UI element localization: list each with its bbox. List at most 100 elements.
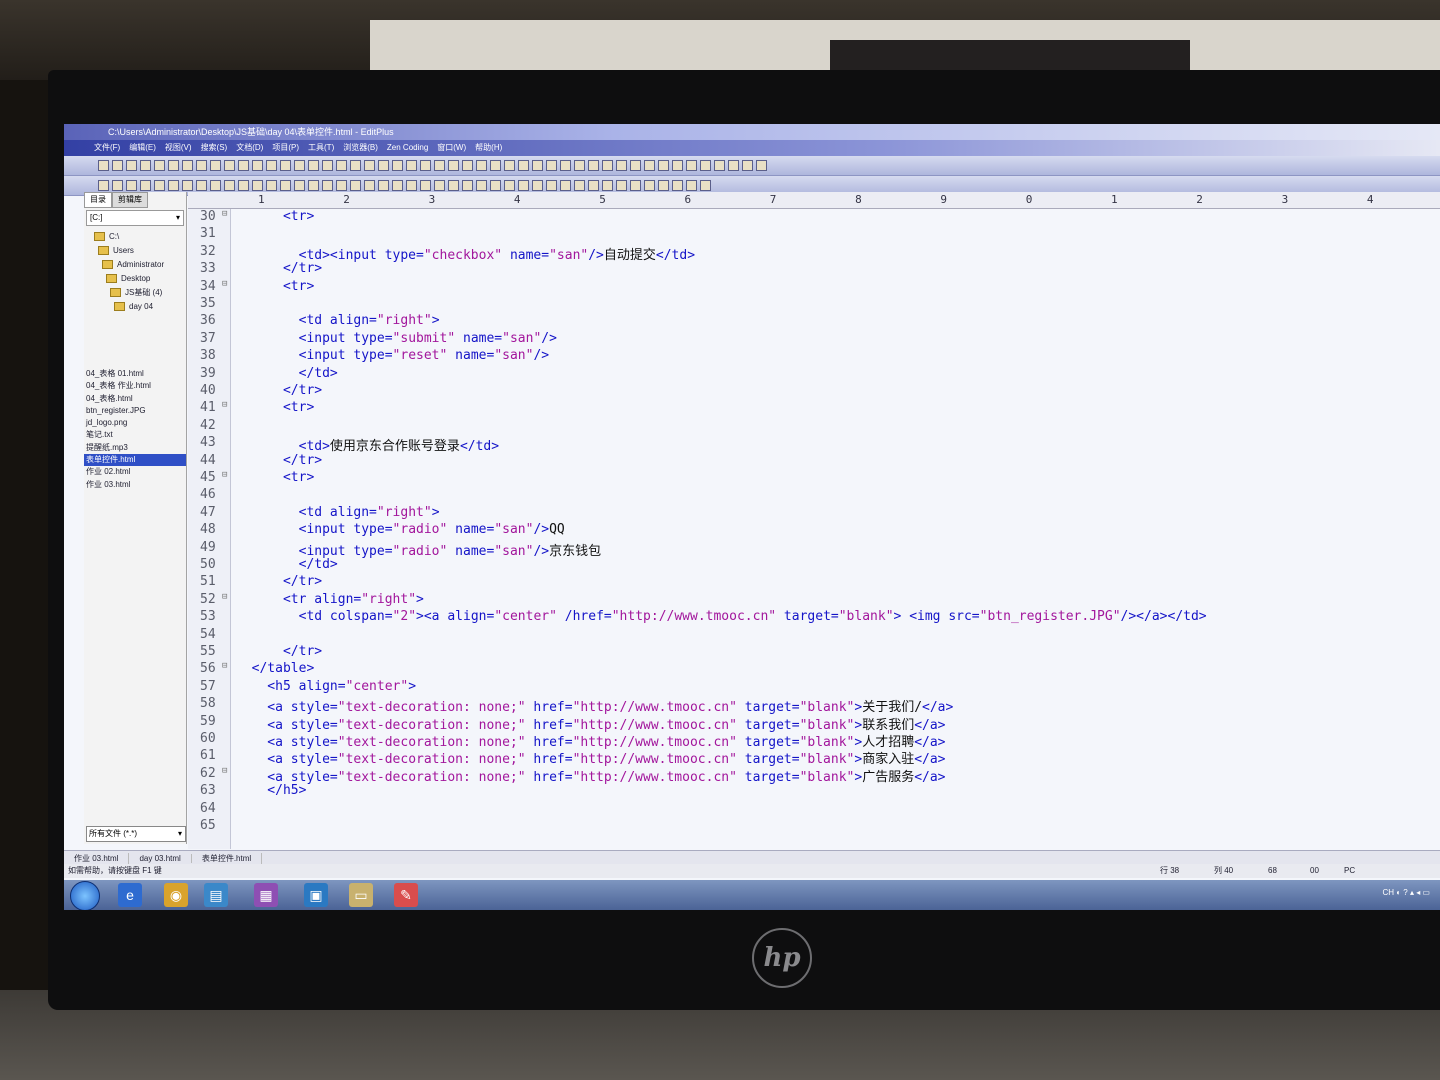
code-line[interactable]: <tr align="right"> [236,592,424,609]
toolbar-button-icon[interactable] [336,160,347,171]
code-line[interactable]: <a style="text-decoration: none;" href="… [236,696,953,715]
code-line[interactable]: <tr> [236,209,314,226]
toolbar-button-icon[interactable] [98,180,109,191]
menu-item[interactable]: 视图(V) [165,143,192,152]
toolbar-button-icon[interactable] [378,160,389,171]
toolbar-button-icon[interactable] [490,180,501,191]
toolbar-button-icon[interactable] [476,180,487,191]
toolbar-button-icon[interactable] [280,180,291,191]
toolbar-button-icon[interactable] [546,160,557,171]
start-button[interactable] [70,881,100,910]
file-list-item[interactable]: jd_logo.png [84,417,186,429]
fold-marker-icon[interactable]: ⊟ [222,279,227,296]
folder-tree-item[interactable]: Desktop [94,272,186,286]
toolbar-button-icon[interactable] [434,180,445,191]
toolbar-button-icon[interactable] [238,180,249,191]
toolbar-button-icon[interactable] [252,180,263,191]
fold-marker-icon[interactable]: ⊟ [222,592,227,609]
toolbar-button-icon[interactable] [210,160,221,171]
menu-item[interactable]: 帮助(H) [475,143,502,152]
toolbar-button-icon[interactable] [266,160,277,171]
file-list-item[interactable]: 表单控件.html [84,454,186,467]
toolbar-button-icon[interactable] [364,160,375,171]
document-tab[interactable]: 表单控件.html [192,852,263,864]
toolbar-button-icon[interactable] [168,160,179,171]
menu-item[interactable]: 窗口(W) [437,143,466,152]
toolbar-button-icon[interactable] [196,160,207,171]
file-list-item[interactable]: 04_表格 01.html [84,368,186,380]
code-editor[interactable]: 30 ⊟ <tr> 31 32 <td><input type="checkbox" … [188,209,1440,849]
toolbar-button-icon[interactable] [700,160,711,171]
fold-marker-icon[interactable]: ⊟ [222,766,227,783]
toolbar-button-icon[interactable] [532,180,543,191]
code-line[interactable]: </tr> [236,261,322,278]
drive-select[interactable]: [C:] [86,210,184,226]
toolbar-button-icon[interactable] [112,180,123,191]
toolbar-button-icon[interactable] [224,180,235,191]
toolbar-button-icon[interactable] [336,180,347,191]
code-line[interactable]: </tr> [236,644,322,661]
toolbar-button-icon[interactable] [154,160,165,171]
menu-item[interactable]: 文档(D) [236,143,263,152]
code-line[interactable]: <input type="radio" name="san"/>QQ [236,522,565,539]
toolbar-button-icon[interactable] [308,180,319,191]
code-line[interactable]: </td> [236,366,338,383]
toolbar-button-icon[interactable] [378,180,389,191]
toolbar-button-icon[interactable] [140,180,151,191]
toolbar-button-icon[interactable] [686,160,697,171]
code-line[interactable]: <a style="text-decoration: none;" href="… [236,714,945,733]
code-line[interactable]: <input type="radio" name="san"/>京东钱包 [236,540,602,559]
toolbar-button-icon[interactable] [560,180,571,191]
code-line[interactable]: </tr> [236,574,322,591]
toolbar-button-icon[interactable] [266,180,277,191]
toolbar-button-icon[interactable] [602,160,613,171]
toolbar-button-icon[interactable] [504,160,515,171]
file-list-item[interactable]: 04_表格 作业.html [84,380,186,392]
toolbar-button-icon[interactable] [364,180,375,191]
toolbar-button-icon[interactable] [728,160,739,171]
toolbar-button-icon[interactable] [574,180,585,191]
toolbar-button-icon[interactable] [588,180,599,191]
fold-marker-icon[interactable]: ⊟ [222,400,227,417]
toolbar-button-icon[interactable] [630,160,641,171]
file-list-item[interactable]: 作业 02.html [84,466,186,478]
folder-tree-item[interactable]: day 04 [94,300,186,314]
toolbar-button-icon[interactable] [462,160,473,171]
toolbar-button-icon[interactable] [210,180,221,191]
toolbar-button-icon[interactable] [630,180,641,191]
code-line[interactable]: <td align="right"> [236,313,440,330]
code-line[interactable]: <td><input type="checkbox" name="san"/>自… [236,244,695,263]
toolbar-button-icon[interactable] [252,160,263,171]
code-line[interactable]: <h5 align="center"> [236,679,416,696]
toolbar-button-icon[interactable] [714,160,725,171]
toolbar-button-icon[interactable] [518,160,529,171]
toolbar-button-icon[interactable] [294,180,305,191]
folder-tree-item[interactable]: Administrator [94,258,186,272]
system-tray[interactable]: CH ◐ ? ▴ ◂ ▭ [1382,888,1430,897]
toolbar-button-icon[interactable] [224,160,235,171]
menu-item[interactable]: 工具(T) [308,143,334,152]
code-line[interactable]: <tr> [236,470,314,487]
code-line[interactable]: <tr> [236,279,314,296]
menu-item[interactable]: 项目(P) [272,143,299,152]
toolbar-button-icon[interactable] [756,160,767,171]
toolbar-button-icon[interactable] [392,160,403,171]
document-tab[interactable]: day 03.html [129,853,192,863]
toolbar-button-icon[interactable] [392,180,403,191]
code-line[interactable]: <td align="right"> [236,505,440,522]
toolbar-button-icon[interactable] [126,160,137,171]
toolbar-button-icon[interactable] [448,160,459,171]
toolbar-button-icon[interactable] [672,180,683,191]
toolbar-button-icon[interactable] [406,180,417,191]
toolbar-button-icon[interactable] [490,160,501,171]
toolbar-button-icon[interactable] [182,160,193,171]
toolbar-button-icon[interactable] [574,160,585,171]
toolbar-button-icon[interactable] [280,160,291,171]
toolbar-button-icon[interactable] [588,160,599,171]
code-line[interactable]: </h5> [236,783,306,800]
toolbar-button-icon[interactable] [140,160,151,171]
tab-directory[interactable]: 目录 [84,192,112,208]
app-icon[interactable]: ▣ [304,883,328,907]
file-list-item[interactable]: 提醒纸.mp3 [84,442,186,454]
toolbar-button-icon[interactable] [476,160,487,171]
